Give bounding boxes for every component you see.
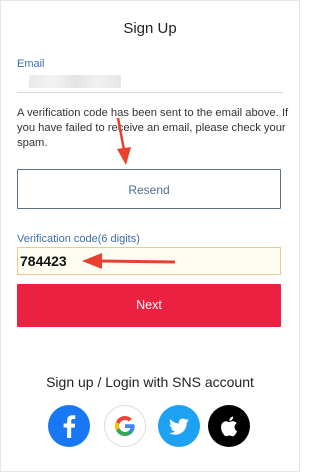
email-underline (17, 92, 283, 93)
next-button[interactable]: Next (17, 284, 281, 327)
apple-login-button[interactable] (208, 405, 250, 447)
apple-icon (221, 416, 238, 437)
verification-code-box (17, 247, 281, 275)
verification-notice: A verification code has been sent to the… (17, 107, 289, 149)
email-label: Email (17, 58, 45, 70)
resend-button[interactable]: Resend (17, 169, 281, 209)
facebook-login-button[interactable] (48, 405, 90, 447)
email-field[interactable] (17, 73, 283, 91)
google-icon (115, 416, 135, 436)
sns-title: Sign up / Login with SNS account (46, 374, 254, 390)
facebook-icon (63, 415, 76, 438)
google-login-button[interactable] (104, 405, 146, 447)
page-title: Sign Up (123, 20, 177, 37)
verification-code-input[interactable] (18, 248, 280, 274)
email-value-blurred (29, 75, 121, 88)
twitter-login-button[interactable] (158, 405, 200, 447)
twitter-icon (168, 418, 189, 435)
sns-button-row (0, 405, 300, 449)
verification-code-label: Verification code(6 digits) (17, 233, 140, 245)
